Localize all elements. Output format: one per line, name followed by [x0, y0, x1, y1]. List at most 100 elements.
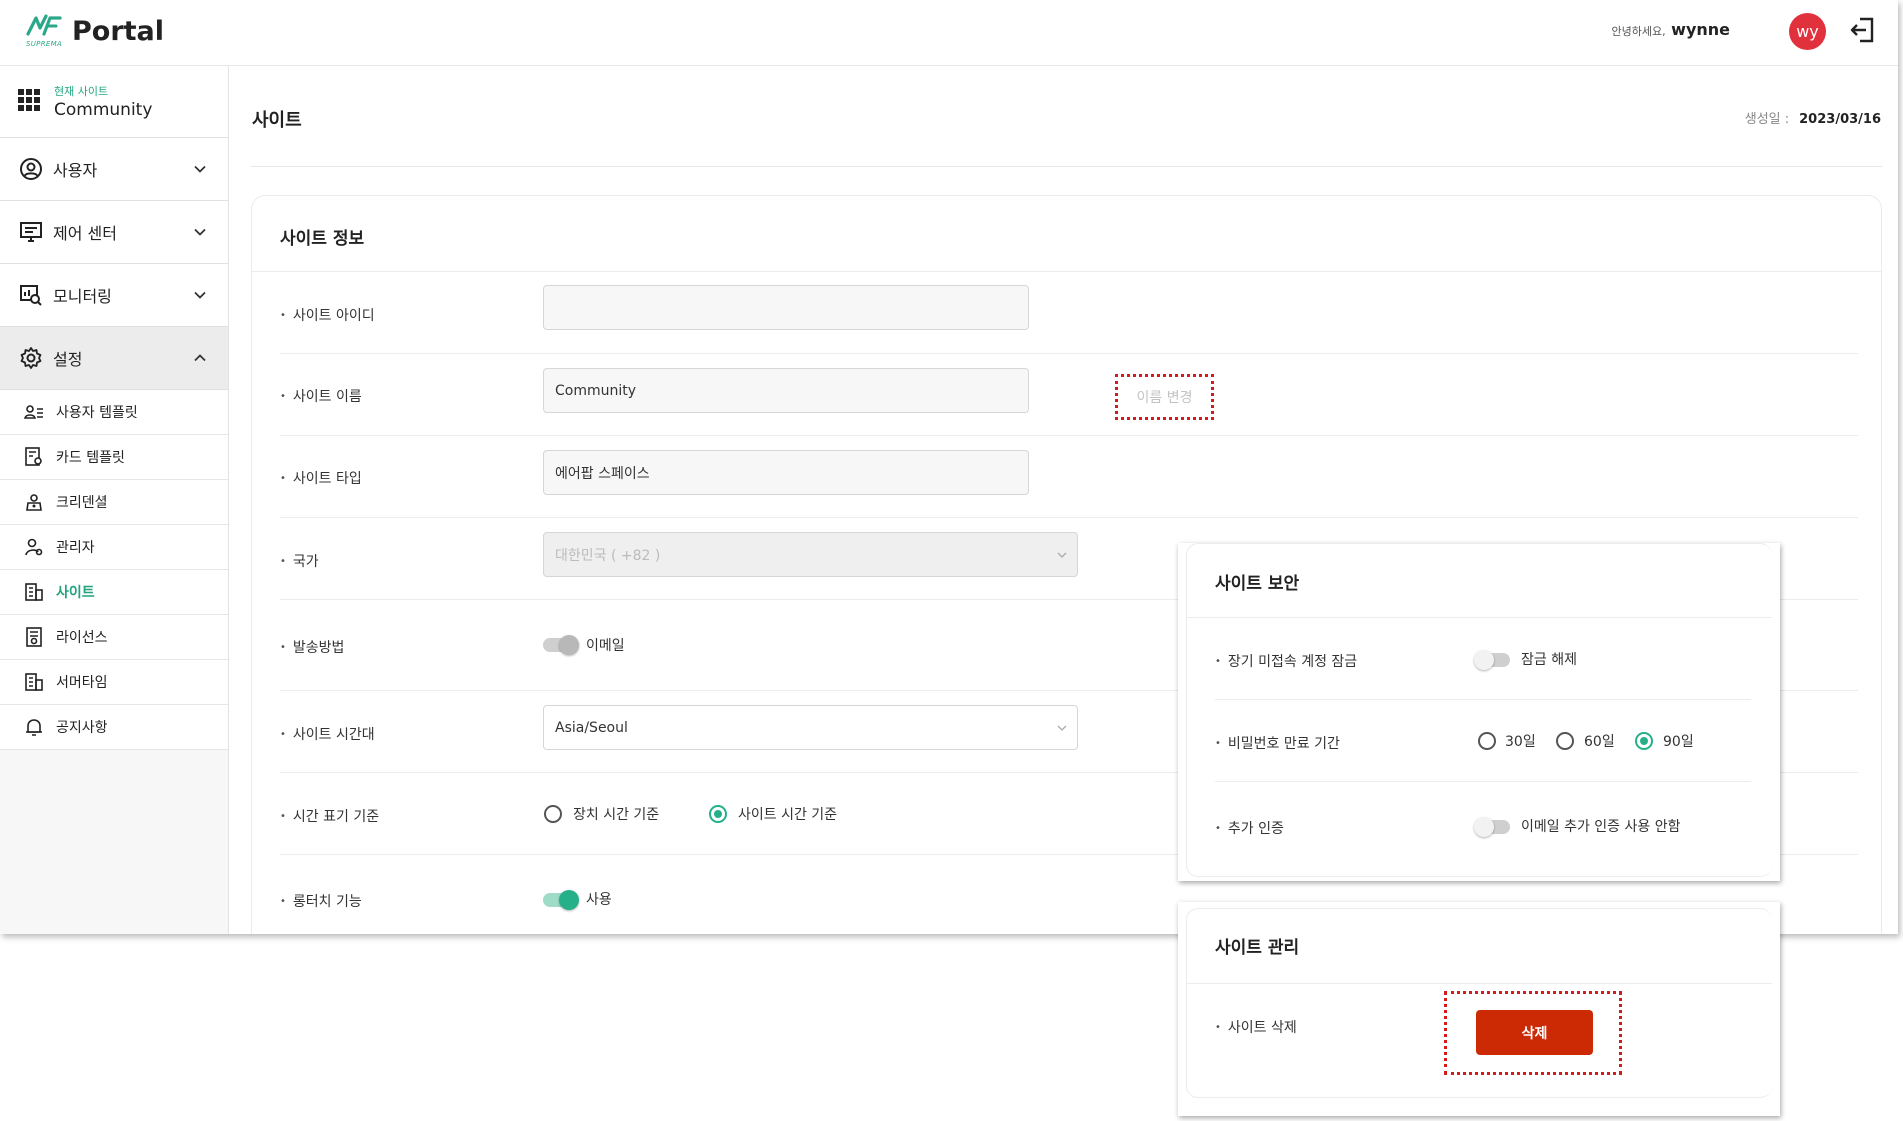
- sidebar-subitem-card-template[interactable]: 카드 템플릿: [0, 435, 228, 480]
- site-security-panel: 사이트 보안 장기 미접속 계정 잠금 잠금 해제 비밀번호 만료 기간 30일…: [1186, 543, 1772, 877]
- username: wynne: [1671, 20, 1730, 39]
- site-management-card: 사이트 관리 사이트 삭제 삭제: [1178, 902, 1780, 1116]
- row-account-lock: 장기 미접속 계정 잠금 잠금 해제: [1215, 618, 1751, 700]
- sidebar-item-label: 모니터링: [53, 287, 112, 306]
- site-delete-label: 사이트 삭제: [1215, 1017, 1297, 1037]
- sidebar-item-control-center[interactable]: 제어 센터: [0, 201, 228, 264]
- site-info-title: 사이트 정보: [280, 229, 365, 249]
- timezone-label: 사이트 시간대: [280, 724, 375, 744]
- card-template-icon: [25, 447, 42, 466]
- sidebar-item-users[interactable]: 사용자: [0, 138, 228, 201]
- long-touch-toggle[interactable]: [543, 890, 579, 910]
- extra-auth-label: 추가 인증: [1215, 818, 1284, 838]
- sidebar-subitem-notice[interactable]: 공지사항: [0, 705, 228, 750]
- sidebar-subitem-label: 사용자 템플릿: [56, 405, 138, 421]
- created-label: 생성일 :: [1744, 112, 1790, 127]
- option-30-days: 30일: [1505, 734, 1536, 750]
- radio-90-days[interactable]: [1635, 732, 1653, 750]
- sidebar-item-monitoring[interactable]: 모니터링: [0, 264, 228, 327]
- send-method-toggle[interactable]: [543, 635, 579, 655]
- site-type-label: 사이트 타입: [280, 468, 362, 488]
- gear-icon: [20, 347, 42, 369]
- delete-button[interactable]: 삭제: [1476, 1010, 1593, 1055]
- account-lock-toggle[interactable]: [1474, 650, 1510, 670]
- sidebar-subitem-label: 크리덴셜: [56, 495, 108, 511]
- apps-grid-icon: [18, 89, 40, 111]
- sidebar-subitem-label: 서머타임: [56, 675, 108, 691]
- sidebar-subitem-label: 공지사항: [56, 720, 108, 736]
- sidebar-subitem-label: 사이트: [56, 585, 95, 601]
- sidebar-subitem-label: 관리자: [56, 540, 95, 556]
- time-display-label: 시간 표기 기준: [280, 806, 379, 826]
- radio-site-time[interactable]: [709, 805, 727, 823]
- site-name-label: 사이트 이름: [280, 386, 362, 406]
- user-circle-icon: [20, 158, 42, 180]
- sidebar-item-settings[interactable]: 설정: [0, 327, 228, 390]
- credential-icon: [26, 494, 42, 511]
- current-site-name: Community: [54, 100, 153, 120]
- country-select[interactable]: 대한민국 ( +82 ): [543, 532, 1078, 577]
- long-touch-label: 롱터치 기능: [280, 891, 362, 911]
- sidebar-subitem-label: 라이선스: [56, 630, 108, 646]
- chevron-down-icon: [1057, 725, 1067, 731]
- site-name-input[interactable]: Community: [543, 368, 1029, 413]
- sidebar-subitem-user-template[interactable]: 사용자 템플릿: [0, 390, 228, 435]
- created-value: 2023/03/16: [1799, 112, 1881, 127]
- site-management-panel: 사이트 관리 사이트 삭제 삭제: [1186, 908, 1772, 1098]
- sidebar-item-label: 사용자: [53, 161, 98, 180]
- user-list-icon: [24, 405, 43, 419]
- site-id-input[interactable]: [543, 285, 1029, 330]
- top-header: SUPREMA Portal 안녕하세요, wynne wy: [0, 0, 1898, 66]
- radio-30-days[interactable]: [1478, 732, 1496, 750]
- logout-icon[interactable]: [1848, 15, 1878, 45]
- sidebar-subitem-credential[interactable]: 크리덴셜: [0, 480, 228, 525]
- brand-name: Portal: [72, 16, 165, 47]
- sidebar: 현재 사이트 Community 사용자 제어 센터 모니터링 설정 사용자 템…: [0, 66, 229, 934]
- sidebar-subitem-admin[interactable]: 관리자: [0, 525, 228, 570]
- chevron-down-icon: [194, 165, 206, 173]
- page-title: 사이트: [252, 110, 302, 131]
- row-site-type: 사이트 타입 에어팝 스페이스: [280, 436, 1858, 518]
- current-site[interactable]: 현재 사이트 Community: [0, 66, 228, 138]
- monitoring-icon: [20, 285, 42, 306]
- portal-logo[interactable]: SUPREMA Portal: [26, 12, 164, 52]
- row-site-name: 사이트 이름 Community 이름 변경: [280, 354, 1858, 436]
- site-management-title: 사이트 관리: [1215, 938, 1300, 958]
- airfob-logo-icon: SUPREMA: [26, 12, 66, 52]
- brand-sub: SUPREMA: [26, 40, 63, 48]
- option-60-days: 60일: [1584, 734, 1615, 750]
- sidebar-item-label: 제어 센터: [53, 224, 117, 243]
- current-site-caption: 현재 사이트: [54, 85, 109, 98]
- site-security-title: 사이트 보안: [1215, 574, 1300, 594]
- rename-button[interactable]: 이름 변경: [1115, 374, 1214, 420]
- extra-auth-value: 이메일 추가 인증 사용 안함: [1521, 819, 1681, 835]
- send-method-value: 이메일: [586, 638, 625, 654]
- country-value: 대한민국 ( +82 ): [555, 547, 661, 564]
- long-touch-value: 사용: [586, 892, 612, 908]
- account-lock-value: 잠금 해제: [1521, 652, 1577, 668]
- sidebar-item-label: 설정: [53, 350, 83, 369]
- chevron-down-icon: [194, 291, 206, 299]
- building-icon: [25, 583, 43, 601]
- option-90-days: 90일: [1663, 734, 1694, 750]
- greeting: 안녕하세요, wynne: [1612, 20, 1730, 39]
- row-extra-auth: 추가 인증 이메일 추가 인증 사용 안함: [1215, 782, 1751, 872]
- radio-device-time[interactable]: [544, 805, 562, 823]
- control-panel-icon: [20, 222, 42, 242]
- bell-icon: [26, 719, 42, 736]
- site-type-input[interactable]: 에어팝 스페이스: [543, 450, 1029, 495]
- sidebar-subitem-license[interactable]: 라이선스: [0, 615, 228, 660]
- radio-60-days[interactable]: [1556, 732, 1574, 750]
- account-lock-label: 장기 미접속 계정 잠금: [1215, 651, 1357, 671]
- extra-auth-toggle[interactable]: [1474, 817, 1510, 837]
- delete-highlight: 삭제: [1444, 991, 1622, 1075]
- chevron-down-icon: [194, 228, 206, 236]
- timezone-select[interactable]: Asia/Seoul: [543, 705, 1078, 750]
- sidebar-subitem-label: 카드 템플릿: [56, 450, 125, 466]
- building-icon: [25, 673, 43, 691]
- sidebar-subitem-site[interactable]: 사이트: [0, 570, 228, 615]
- sidebar-subitem-daylight-saving[interactable]: 서머타임: [0, 660, 228, 705]
- avatar[interactable]: wy: [1789, 13, 1826, 50]
- row-site-id: 사이트 아이디: [280, 272, 1858, 354]
- password-expiry-label: 비밀번호 만료 기간: [1215, 733, 1340, 753]
